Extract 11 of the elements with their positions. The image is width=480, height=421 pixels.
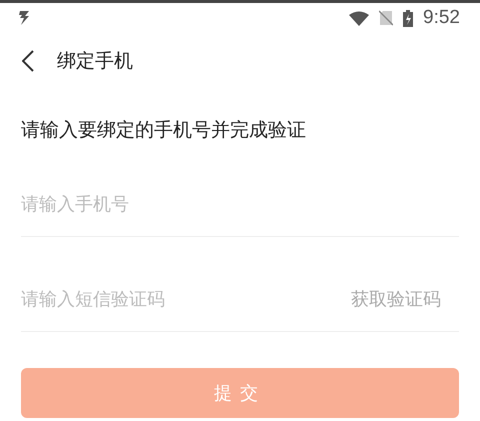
- wifi-icon: [349, 10, 370, 26]
- status-time: 9:52: [423, 7, 460, 29]
- back-icon[interactable]: [22, 50, 34, 72]
- no-sim-icon: [379, 10, 394, 26]
- phone-input-field[interactable]: 请输入手机号: [21, 194, 459, 214]
- page-title: 绑定手机: [57, 49, 133, 74]
- code-input-field[interactable]: 请输入短信验证码: [21, 288, 351, 310]
- battery-icon: [403, 10, 414, 26]
- get-code-link[interactable]: 获取验证码: [351, 287, 441, 311]
- instruction-text: 请输入要绑定的手机号并完成验证: [21, 118, 307, 142]
- lightning-icon: [18, 10, 30, 26]
